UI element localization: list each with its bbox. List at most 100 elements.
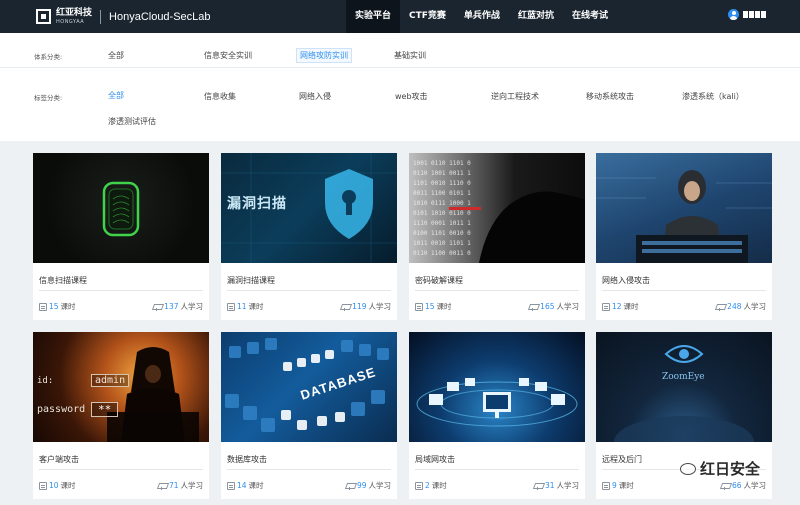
course-title[interactable]: 局域网攻击 — [415, 454, 455, 465]
tag-option-mobile-attack[interactable]: 移动系统攻击 — [586, 91, 634, 102]
tag-filter-label: 标签分类: — [34, 94, 63, 102]
nav-item-lab-platform[interactable]: 实验平台 — [346, 0, 401, 33]
svg-text:1001 0110 1101 0: 1001 0110 1101 0 — [413, 160, 471, 167]
learners-icon — [529, 303, 538, 311]
hacker-icon — [596, 170, 772, 263]
system-option-basic[interactable]: 基础实训 — [394, 50, 426, 61]
course-card[interactable]: id: admin password ** 客户端攻击 10 课时 71 人学习 — [33, 332, 209, 499]
nav-item-red-blue[interactable]: 红蓝对抗 — [509, 0, 563, 33]
course-title[interactable]: 数据库攻击 — [227, 454, 267, 465]
learner-count: 248 — [727, 302, 742, 311]
course-thumbnail: 1001 0110 1101 0 0110 1001 0011 1 1101 001… — [409, 153, 585, 263]
lesson-icon — [415, 302, 423, 311]
brand-logo[interactable]: 红亚科技 HONGYAA HonyaCloud-SecLab — [36, 0, 211, 33]
svg-text:1011 0010 1101 1: 1011 0010 1101 1 — [413, 240, 471, 247]
learner-count: 119 — [352, 302, 367, 311]
tag-option-all[interactable]: 全部 — [108, 90, 124, 101]
learner-count: 137 — [164, 302, 179, 311]
course-card[interactable]: 1001 0110 1101 0 0110 1001 0011 1 1101 001… — [409, 153, 585, 320]
lesson-icon — [602, 481, 610, 490]
svg-text:1010 0111 1000 1: 1010 0111 1000 1 — [413, 200, 471, 207]
svg-text:0101 1010 0110 0: 0101 1010 0110 0 — [413, 210, 471, 217]
course-title[interactable]: 网络入侵攻击 — [602, 275, 650, 286]
course-title[interactable]: 漏洞扫描课程 — [227, 275, 275, 286]
tag-option-network-intrusion[interactable]: 网络入侵 — [299, 91, 331, 102]
tag-option-info-gathering[interactable]: 信息收集 — [204, 91, 236, 102]
hooded-hacker-icon — [107, 347, 199, 442]
filter-divider — [0, 67, 800, 68]
binary-hand-icon: 1001 0110 1101 0 0110 1001 0011 1 1101 001… — [413, 160, 585, 263]
wechat-icon — [680, 462, 696, 475]
lesson-icon — [227, 481, 235, 490]
learners-icon — [716, 303, 725, 311]
wechat-watermark: 红日安全 — [680, 458, 760, 479]
lesson-count: 15 — [425, 302, 435, 311]
course-card[interactable]: 网络入侵攻击 12 课时 248 人学习 — [596, 153, 772, 320]
main-nav: 实验平台 CTF竞赛 单兵作战 红蓝对抗 在线考试 — [346, 0, 617, 33]
course-card[interactable]: 漏洞扫描 漏洞扫描课程 11 课时 119 人学习 — [221, 153, 397, 320]
learners-icon — [534, 482, 543, 490]
app-title: HonyaCloud-SecLab — [109, 10, 211, 23]
tag-option-pentest-eval[interactable]: 渗透测试评估 — [108, 116, 156, 127]
course-card[interactable]: 信息扫描课程 15 课时 137 人学习 — [33, 153, 209, 320]
tag-option-reverse-engineering[interactable]: 逆向工程技术 — [491, 91, 539, 102]
system-option-network-attack[interactable]: 网络攻防实训 — [296, 48, 352, 63]
learner-count: 31 — [544, 481, 555, 490]
top-navbar: 红亚科技 HONGYAA HonyaCloud-SecLab 实验平台 CTF竞… — [0, 0, 800, 33]
lesson-count: 9 — [612, 481, 617, 490]
nav-item-online-exam[interactable]: 在线考试 — [563, 0, 617, 33]
course-card[interactable]: 局域网攻击 2 课时 31 人学习 — [409, 332, 585, 499]
learners-icon — [721, 482, 730, 490]
learner-count: 99 — [356, 481, 367, 490]
lesson-count: 12 — [612, 302, 622, 311]
course-card[interactable]: DATABASE 数据库攻击 14 课时 99 人学习 — [221, 332, 397, 499]
nav-item-solo-combat[interactable]: 单兵作战 — [455, 0, 509, 33]
logo-divider — [100, 9, 102, 24]
course-thumbnail: 漏洞扫描 — [221, 153, 397, 263]
nav-item-ctf[interactable]: CTF竞赛 — [400, 0, 455, 33]
user-avatar-icon — [728, 9, 739, 20]
course-title[interactable]: 信息扫描课程 — [39, 275, 87, 286]
learner-count: 71 — [168, 481, 179, 490]
lesson-count: 14 — [237, 481, 247, 490]
system-option-all[interactable]: 全部 — [108, 50, 124, 61]
learner-count: 165 — [540, 302, 555, 311]
course-thumbnail — [596, 153, 772, 263]
svg-text:0011 1100 0101 1: 0011 1100 0101 1 — [413, 190, 471, 197]
course-thumbnail: id: admin password ** — [33, 332, 209, 442]
lesson-icon — [602, 302, 610, 311]
lesson-count: 10 — [49, 481, 59, 490]
lesson-count: 2 — [425, 481, 430, 490]
course-title[interactable]: 密码破解课程 — [415, 275, 463, 286]
tag-filter-row: 标签分类: 全部 信息收集 网络入侵 web攻击 逆向工程技术 移动系统攻击 渗… — [0, 83, 800, 133]
lesson-icon — [227, 302, 235, 311]
svg-text:0100 1101 0010 0: 0100 1101 0010 0 — [413, 230, 471, 237]
fingerprint-icon — [102, 181, 140, 237]
course-thumbnail: DATABASE — [221, 332, 397, 442]
lesson-icon — [39, 302, 47, 311]
eye-icon — [614, 345, 754, 442]
svg-text:0110 1001 0011 1: 0110 1001 0011 1 — [413, 170, 471, 177]
course-thumbnail: ZoomEye — [596, 332, 772, 442]
svg-text:1101 0010 1110 0: 1101 0010 1110 0 — [413, 180, 471, 187]
network-icon — [416, 378, 578, 427]
tag-option-kali[interactable]: 渗透系统（kali） — [682, 91, 744, 102]
system-option-info-security[interactable]: 信息安全实训 — [204, 50, 252, 61]
watermark-text: 红日安全 — [700, 460, 761, 478]
learners-icon — [153, 303, 162, 311]
course-title[interactable]: 客户端攻击 — [39, 454, 79, 465]
tag-option-web-attack[interactable]: web攻击 — [395, 91, 428, 102]
learners-icon — [346, 482, 355, 490]
course-thumbnail — [409, 332, 585, 442]
logo-mark-icon — [36, 9, 51, 24]
svg-text:1110 0001 1011 1: 1110 0001 1011 1 — [413, 220, 471, 227]
lesson-icon — [415, 481, 423, 490]
system-filter-label: 体系分类: — [34, 53, 63, 61]
learners-icon — [158, 482, 167, 490]
course-title[interactable]: 远程及后门 — [602, 454, 642, 465]
user-menu[interactable] — [728, 9, 766, 20]
lesson-count: 15 — [49, 302, 59, 311]
lesson-count: 11 — [237, 302, 247, 311]
filter-panel: 体系分类: 全部 信息安全实训 网络攻防实训 基础实训 标签分类: 全部 信息收… — [0, 33, 800, 141]
learners-icon — [341, 303, 350, 311]
